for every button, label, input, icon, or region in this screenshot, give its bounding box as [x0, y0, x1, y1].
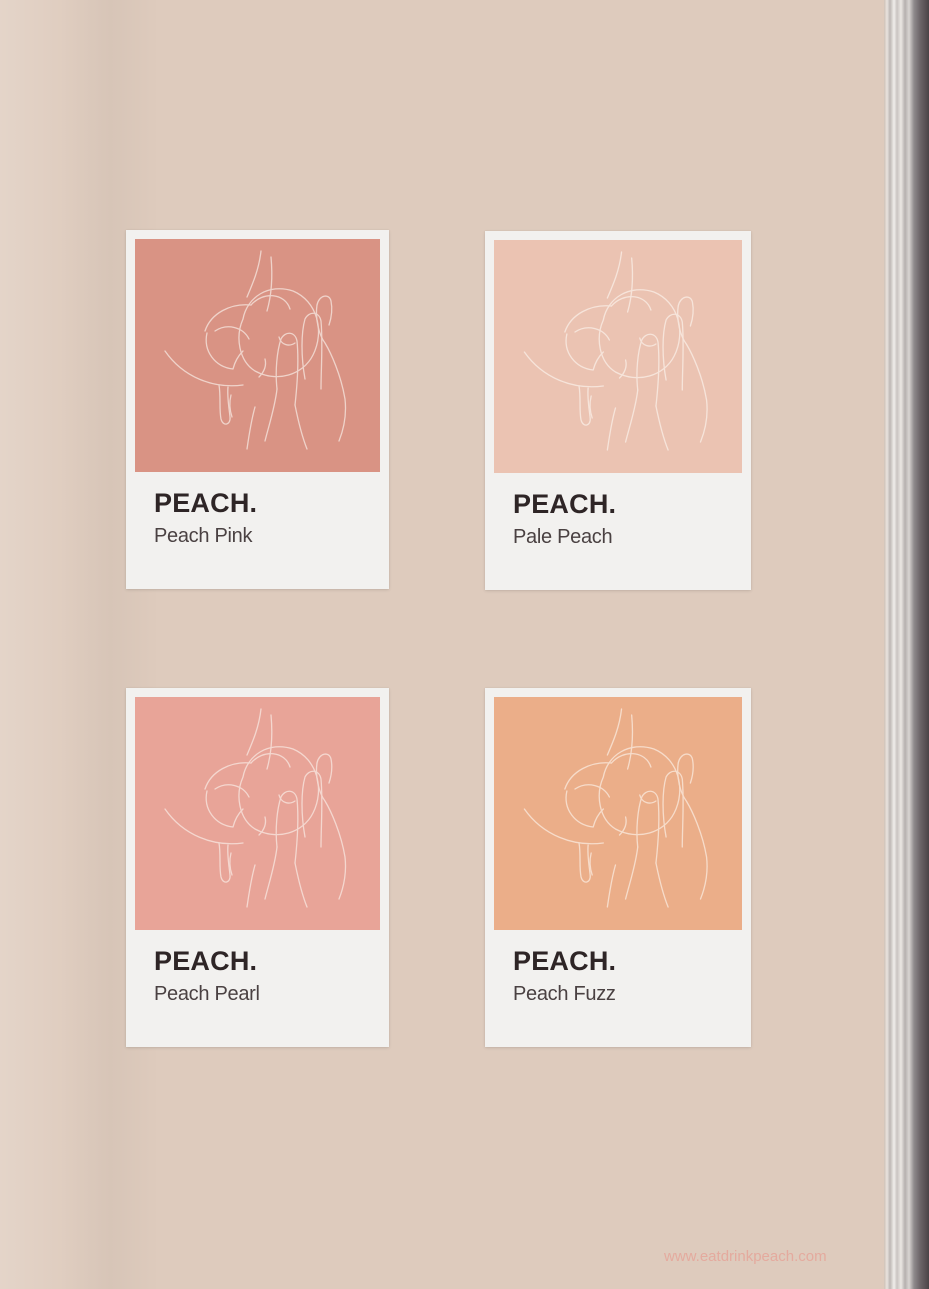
color-name: Pale Peach [513, 526, 613, 548]
illustration-stroke [266, 714, 273, 770]
illustration-stroke [655, 405, 669, 451]
illustration-stroke [246, 864, 256, 908]
illustration-stroke [218, 384, 231, 425]
illustration-stroke [294, 862, 308, 908]
illustration-stroke [578, 385, 591, 426]
hand-holding-peach-icon [523, 251, 708, 451]
color-name: Peach Fuzz [513, 983, 616, 1005]
illustration-stroke [316, 753, 333, 784]
brand-label: PEACH. [513, 489, 617, 519]
color-card-peach-fuzz: PEACH. Peach Fuzz [485, 688, 751, 1047]
illustration-stroke [655, 862, 669, 908]
illustration-stroke [238, 288, 320, 378]
color-name: Peach Pink [154, 525, 253, 547]
color-swatch [135, 697, 380, 930]
illustration-stroke [574, 327, 611, 341]
color-card-pale-peach: PEACH. Pale Peach [485, 231, 751, 590]
website-url: www.eatdrinkpeach.com [664, 1248, 827, 1265]
illustration-stroke [598, 289, 681, 379]
illustration-stroke [246, 250, 262, 298]
illustration-stroke [238, 746, 320, 836]
hand-holding-peach-icon [164, 250, 347, 450]
illustration-stroke [574, 784, 611, 798]
illustration-stroke [624, 846, 639, 900]
color-card-peach-pearl: PEACH. Peach Pearl [126, 688, 389, 1047]
illustration-stroke [677, 753, 694, 784]
illustration-stroke [246, 708, 262, 756]
illustration-stroke [662, 313, 684, 391]
illustration-stroke [624, 389, 639, 443]
color-swatch [494, 697, 742, 930]
color-swatch [494, 240, 742, 473]
illustration-stroke [565, 333, 604, 371]
color-name: Peach Pearl [154, 983, 260, 1005]
brand-label: PEACH. [154, 946, 258, 976]
illustration-stroke [606, 864, 617, 908]
page-stack-edge [884, 0, 929, 1289]
illustration-stroke [626, 714, 634, 770]
illustration-stroke [214, 326, 250, 340]
illustration-stroke [301, 312, 323, 390]
illustration-stroke [264, 388, 278, 442]
hand-holding-peach-icon [164, 708, 347, 908]
magazine-page: PEACH. Peach Pink PEACH. Pale Peach PEAC… [0, 0, 884, 1289]
illustration-stroke [218, 842, 231, 883]
illustration-stroke [205, 332, 244, 370]
illustration-stroke [598, 746, 681, 836]
illustration-stroke [606, 708, 623, 756]
illustration-stroke [264, 846, 278, 900]
brand-label: PEACH. [154, 488, 258, 518]
illustration-stroke [677, 296, 694, 327]
hand-holding-peach-icon [523, 708, 708, 908]
illustration-stroke [266, 256, 273, 312]
illustration-stroke [565, 790, 604, 828]
illustration-stroke [294, 404, 308, 450]
illustration-stroke [662, 770, 684, 848]
illustration-stroke [316, 295, 333, 326]
color-swatch [135, 239, 380, 472]
brand-label: PEACH. [513, 946, 617, 976]
illustration-stroke [214, 784, 250, 798]
illustration-stroke [205, 790, 244, 828]
illustration-stroke [606, 407, 617, 451]
illustration-stroke [606, 251, 623, 299]
illustration-stroke [578, 842, 591, 883]
illustration-stroke [626, 257, 634, 313]
illustration-stroke [246, 406, 256, 450]
illustration-stroke [301, 770, 323, 848]
color-card-peach-pink: PEACH. Peach Pink [126, 230, 389, 589]
